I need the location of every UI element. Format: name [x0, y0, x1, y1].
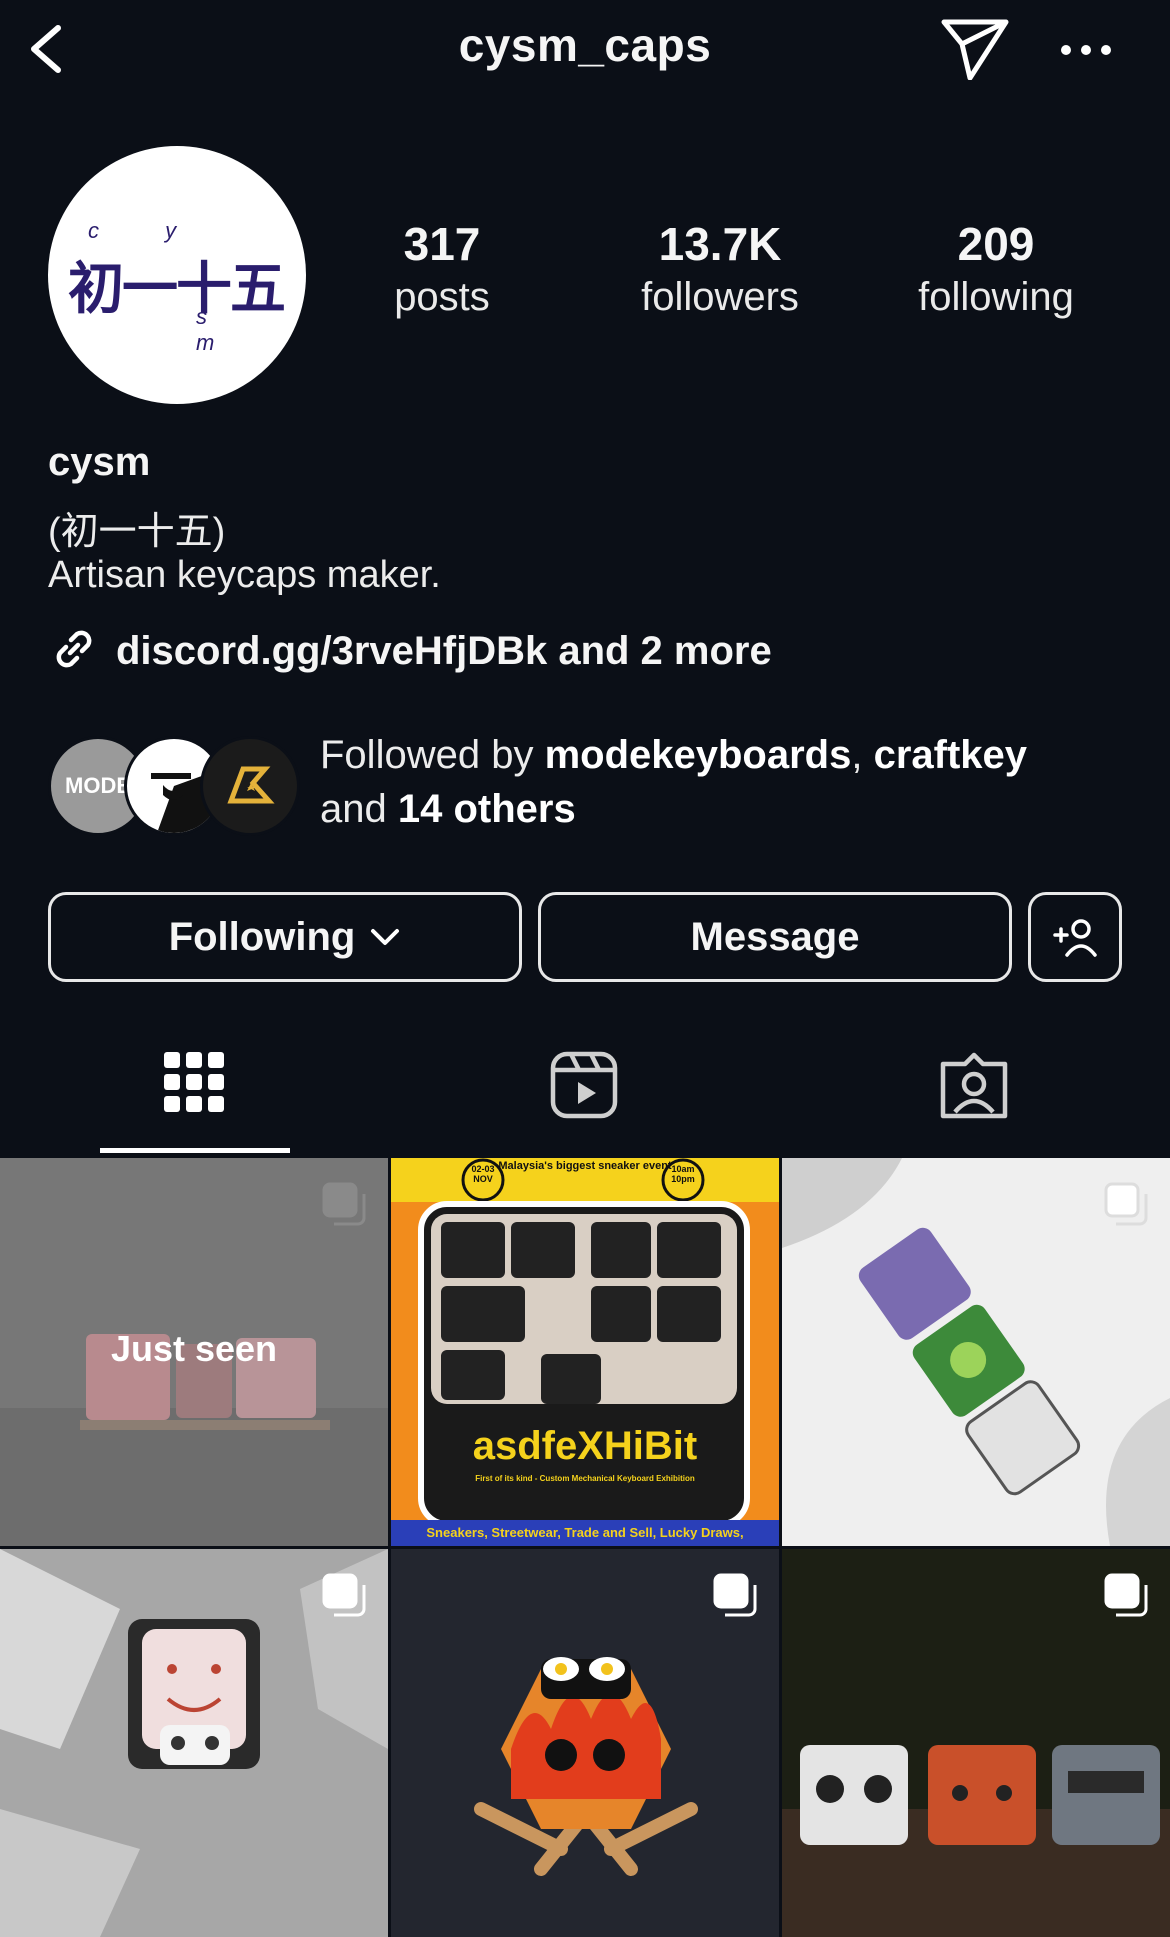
more-options-icon[interactable]	[1056, 28, 1116, 72]
grid-post-2[interactable]: Malaysia's biggest sneaker event 02-03 N…	[391, 1158, 779, 1546]
multiple-posts-icon	[320, 1571, 368, 1619]
stat-followers-value: 13.7K	[658, 218, 782, 270]
bio-name: cysm	[48, 440, 151, 484]
message-button-label: Message	[690, 914, 860, 959]
multiple-posts-icon	[1102, 1571, 1150, 1619]
tagged-icon	[939, 1050, 1009, 1150]
followed-by-text[interactable]: Followed by modekeyboards, craftkey and …	[320, 728, 1140, 836]
followed-by-user-2[interactable]: craftkey	[874, 733, 1027, 777]
following-button-label: Following	[168, 914, 356, 959]
chevron-down-icon	[369, 927, 401, 947]
stat-followers-label: followers	[641, 275, 799, 319]
event-footer: Sneakers, Streetwear, Trade and Sell, Lu…	[426, 1525, 744, 1540]
stat-followers[interactable]: 13.7K followers	[600, 216, 840, 322]
stat-posts-value: 317	[403, 218, 481, 270]
avatar-bottom-letters: s m	[196, 304, 251, 355]
followed-by-mid: and	[320, 787, 398, 831]
multiple-posts-icon	[711, 1571, 759, 1619]
followed-by-avatars[interactable]: MODE	[48, 736, 300, 836]
bio-link[interactable]: discord.gg/3rveHfjDBk and 2 more	[48, 620, 772, 682]
stat-following-label: following	[918, 275, 1074, 319]
grid-post-3[interactable]	[782, 1158, 1170, 1546]
avatar-top-letters: c y	[88, 218, 207, 243]
follower-avatar-third	[200, 736, 300, 836]
reels-icon	[549, 1050, 619, 1150]
tab-posts-grid[interactable]	[96, 1050, 292, 1150]
grid-icon	[162, 1050, 226, 1150]
multiple-posts-icon	[1102, 1180, 1150, 1228]
followed-by-user-1[interactable]: modekeyboards	[545, 733, 852, 777]
event-subtitle: First of its kind - Custom Mechanical Ke…	[475, 1474, 695, 1483]
event-time: 10am 10pm	[671, 1164, 695, 1184]
profile-avatar[interactable]: c y 初一十五 s m	[48, 146, 306, 404]
follower-avatar-mode-text: MODE	[65, 773, 131, 798]
message-button[interactable]: Message	[538, 892, 1012, 982]
bio-link-text: discord.gg/3rveHfjDBk and 2 more	[116, 628, 772, 673]
link-icon	[48, 623, 100, 680]
following-button[interactable]: Following	[48, 892, 522, 982]
multiple-posts-icon	[320, 1180, 368, 1228]
stat-following[interactable]: 209 following	[876, 216, 1116, 322]
bio-line-1: (初一十五)	[48, 511, 226, 553]
followed-by-separator: ,	[851, 733, 874, 777]
event-date: 02-03 NOV	[471, 1164, 495, 1184]
followed-by-prefix: Followed by	[320, 733, 545, 777]
active-tab-indicator	[100, 1148, 290, 1153]
add-user-icon	[1051, 915, 1099, 959]
just-seen-label: Just seen	[110, 1328, 278, 1369]
stat-posts-label: posts	[394, 275, 490, 319]
grid-post-1[interactable]: Just seen	[0, 1158, 388, 1546]
stat-following-value: 209	[957, 218, 1035, 270]
grid-post-5[interactable]	[391, 1549, 779, 1937]
add-user-button[interactable]	[1028, 892, 1122, 982]
tab-reels[interactable]	[486, 1050, 682, 1150]
bio-line-2: Artisan keycaps maker.	[48, 554, 441, 596]
stat-posts[interactable]: 317 posts	[322, 216, 562, 322]
tab-tagged[interactable]	[876, 1050, 1072, 1150]
send-icon[interactable]	[940, 18, 1010, 81]
grid-post-6[interactable]	[782, 1549, 1170, 1937]
grid-post-4[interactable]	[0, 1549, 388, 1937]
event-banner-top: Malaysia's biggest sneaker event	[498, 1160, 672, 1172]
event-title: asdfeXHiBit	[472, 1424, 698, 1468]
followed-by-others[interactable]: 14 others	[398, 787, 576, 831]
